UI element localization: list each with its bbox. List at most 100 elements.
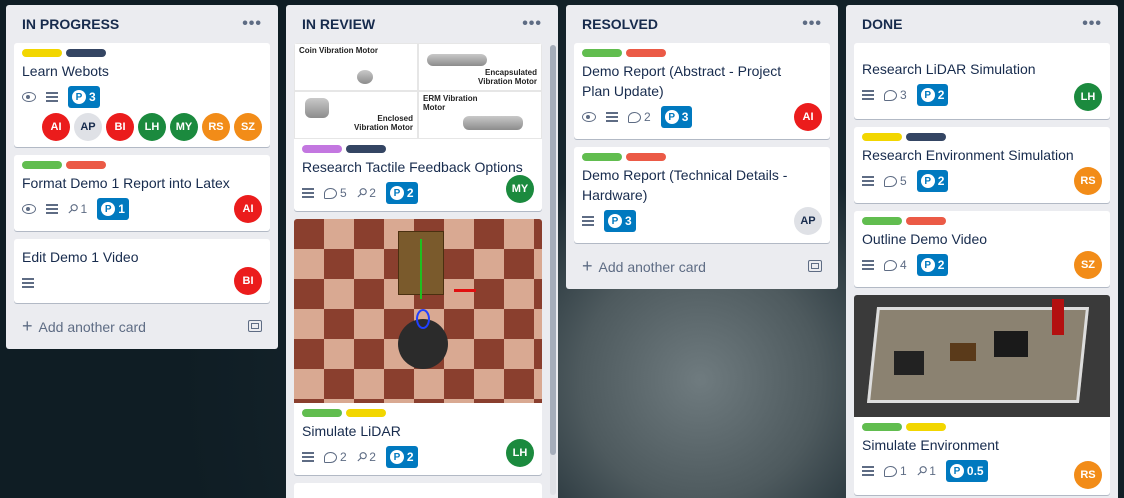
label-red[interactable] <box>626 153 666 161</box>
card[interactable]: Demo Report (Technical Details - Hardwar… <box>574 147 830 243</box>
more-horizontal-icon[interactable]: ••• <box>522 15 542 33</box>
avatar[interactable]: RS <box>202 113 230 141</box>
avatar[interactable]: LH <box>138 113 166 141</box>
room-door <box>1052 299 1064 335</box>
points-badge: P2 <box>916 84 949 106</box>
label-yellow[interactable] <box>906 423 946 431</box>
avatar[interactable]: MY <box>170 113 198 141</box>
avatar[interactable]: AP <box>74 113 102 141</box>
description-icon <box>22 278 34 288</box>
card-labels[interactable] <box>862 217 1102 225</box>
description-icon <box>302 188 314 198</box>
list-scrollbar[interactable] <box>550 45 556 495</box>
avatar[interactable]: RS <box>1074 461 1102 489</box>
label-green[interactable] <box>22 161 62 169</box>
motor-image-cell: Enclosed Vibration Motor <box>294 91 418 139</box>
avatar[interactable]: SZ <box>234 113 262 141</box>
list-title[interactable]: IN REVIEW <box>302 16 375 32</box>
label-red[interactable] <box>66 161 106 169</box>
card-members: AI AP BI LH MY RS SZ <box>22 113 262 141</box>
avatar[interactable]: AP <box>794 207 822 235</box>
more-horizontal-icon[interactable]: ••• <box>1082 15 1102 33</box>
comment-count: 2 <box>644 110 651 124</box>
label-red[interactable] <box>626 49 666 57</box>
avatar[interactable]: AI <box>234 195 262 223</box>
label-green[interactable] <box>862 423 902 431</box>
card-labels[interactable] <box>582 49 822 57</box>
card[interactable]: Learn Webots P3 AI AP BI LH MY RS SZ <box>14 43 270 147</box>
more-horizontal-icon[interactable]: ••• <box>242 15 262 33</box>
card[interactable]: Research LiDAR Simulation 3 P2 LH <box>854 43 1110 119</box>
avatar[interactable]: AI <box>42 113 70 141</box>
avatar[interactable]: MY <box>506 175 534 203</box>
description-icon <box>582 216 594 226</box>
card-title: Simulate Environment <box>862 437 999 453</box>
card-labels[interactable] <box>302 145 534 153</box>
card-badges <box>22 271 262 295</box>
points-value: 1 <box>118 202 125 216</box>
card-labels[interactable] <box>862 423 1102 431</box>
card-cover-image <box>854 295 1110 417</box>
avatar[interactable]: AI <box>794 103 822 131</box>
add-card-button[interactable]: + Add another card <box>574 251 830 281</box>
label-yellow[interactable] <box>22 49 62 57</box>
avatar[interactable]: SZ <box>1074 251 1102 279</box>
description-badge <box>862 466 874 476</box>
paperclip-icon: ⚲ <box>64 199 82 218</box>
label-navy[interactable] <box>906 133 946 141</box>
list-resolved: RESOLVED ••• Demo Report (Abstract - Pro… <box>566 5 838 289</box>
list-header: DONE ••• <box>854 5 1110 43</box>
card-title: Research LiDAR Simulation <box>862 61 1036 77</box>
plus-icon: + <box>582 255 593 276</box>
card[interactable]: Coin Vibration Motor Encapsulated Vibrat… <box>294 43 542 211</box>
card-template-icon[interactable] <box>808 260 822 272</box>
label-green[interactable] <box>582 153 622 161</box>
add-card-button[interactable]: + Add another card <box>14 311 270 341</box>
label-yellow[interactable] <box>862 133 902 141</box>
axis-red <box>454 289 476 292</box>
card-labels[interactable] <box>862 133 1102 141</box>
watch-badge <box>22 204 36 214</box>
card[interactable]: Research Environment Simulation 5 P2 RS <box>854 127 1110 203</box>
avatar[interactable]: LH <box>1074 83 1102 111</box>
card[interactable]: Simulate Environment 1 ⚲ 1 P 0.5 RS <box>854 295 1110 495</box>
label-green[interactable] <box>302 409 342 417</box>
avatar[interactable]: BI <box>234 267 262 295</box>
label-navy[interactable] <box>346 145 386 153</box>
card[interactable]: Outline Demo Video 4 P2 SZ <box>854 211 1110 287</box>
points-icon: P <box>101 202 116 216</box>
card[interactable]: Demo Report (Abstract - Project Plan Upd… <box>574 43 830 139</box>
description-icon <box>862 260 874 270</box>
comment-icon <box>884 465 897 477</box>
label-purple[interactable] <box>302 145 342 153</box>
description-icon <box>606 112 618 122</box>
card[interactable] <box>294 483 542 498</box>
image-caption: Coin Vibration Motor <box>299 46 378 55</box>
points-badge: P2 <box>385 182 418 204</box>
label-red[interactable] <box>906 217 946 225</box>
avatar[interactable]: BI <box>106 113 134 141</box>
list-title[interactable]: RESOLVED <box>582 16 658 32</box>
card-labels[interactable] <box>22 161 262 169</box>
list-title[interactable]: IN PROGRESS <box>22 16 119 32</box>
card-template-icon[interactable] <box>248 320 262 332</box>
attachment-badge: ⚲ 1 <box>913 462 936 479</box>
comment-icon <box>884 259 897 271</box>
avatar[interactable]: RS <box>1074 167 1102 195</box>
card[interactable]: Edit Demo 1 Video BI <box>14 239 270 303</box>
label-green[interactable] <box>582 49 622 57</box>
card[interactable]: Simulate LiDAR 2 ⚲ 2 P2 LH <box>294 219 542 475</box>
card-labels[interactable] <box>302 409 534 417</box>
description-badge <box>606 112 618 122</box>
card-labels[interactable] <box>582 153 822 161</box>
more-horizontal-icon[interactable]: ••• <box>802 15 822 33</box>
avatar[interactable]: LH <box>506 439 534 467</box>
label-yellow[interactable] <box>346 409 386 417</box>
card-labels[interactable] <box>22 49 262 57</box>
list-title[interactable]: DONE <box>862 16 902 32</box>
label-navy[interactable] <box>66 49 106 57</box>
points-badge: P1 <box>97 198 129 220</box>
label-green[interactable] <box>862 217 902 225</box>
card[interactable]: Format Demo 1 Report into Latex ⚲ 1 P1 AI <box>14 155 270 231</box>
scrollbar-thumb[interactable] <box>550 45 556 455</box>
